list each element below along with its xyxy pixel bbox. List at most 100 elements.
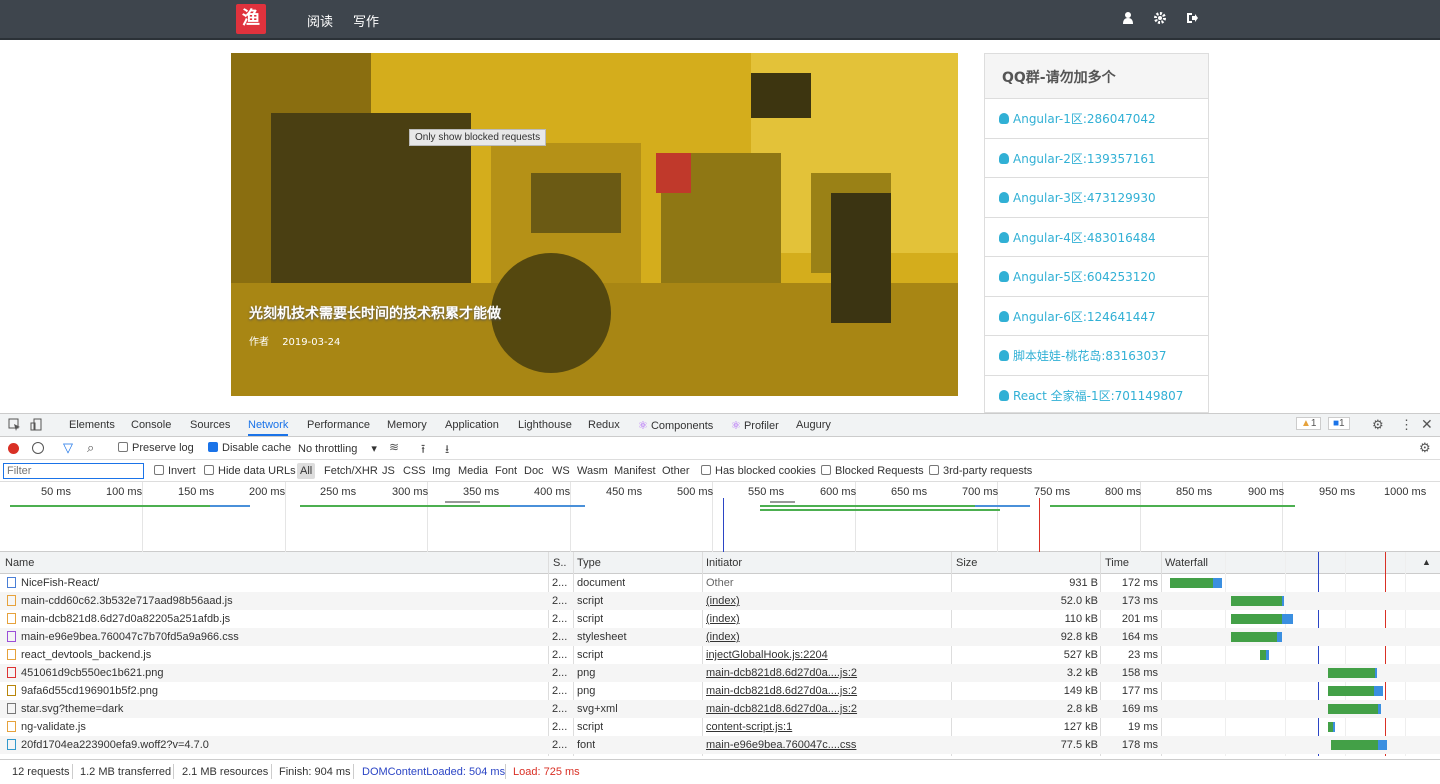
type-filter-img[interactable]: Img xyxy=(432,465,450,477)
table-row[interactable]: star.svg?theme=dark 2... svg+xml main-dcb82… xyxy=(0,700,1440,718)
sort-up-icon[interactable]: ▲ xyxy=(1422,557,1431,567)
column-header-status[interactable]: S.. xyxy=(553,557,566,569)
type-filter-fetch-xhr[interactable]: Fetch/XHR xyxy=(324,465,378,477)
column-header-name[interactable]: Name xyxy=(5,557,34,569)
request-name[interactable]: main-e96e9bea.760047c7b70fd5a9a966.css xyxy=(7,631,545,643)
type-filter-ws[interactable]: WS xyxy=(552,465,570,477)
tab-network[interactable]: Network xyxy=(248,419,289,436)
site-logo[interactable]: 渔 xyxy=(236,4,266,34)
qq-group-item[interactable]: Angular-1区:286047042 xyxy=(985,99,1208,139)
type-filter-manifest[interactable]: Manifest xyxy=(614,465,656,477)
request-name[interactable]: react_devtools_backend.js xyxy=(7,649,545,661)
request-name[interactable]: 9afa6d55cd196901b5f2.png xyxy=(7,685,545,697)
close-devtools-icon[interactable]: ✕ xyxy=(1421,416,1433,433)
type-filter-css[interactable]: CSS xyxy=(403,465,426,477)
clear-icon[interactable] xyxy=(32,442,44,454)
tab-augury[interactable]: Augury xyxy=(796,419,831,431)
blocked-requests-checkbox[interactable]: Blocked Requests xyxy=(821,465,924,477)
qq-group-item[interactable]: Angular-2区:139357161 xyxy=(985,139,1208,178)
inspect-element-icon[interactable] xyxy=(8,418,21,434)
third-party-requests-checkbox[interactable]: 3rd-party requests xyxy=(929,465,1032,477)
type-filter-all[interactable]: All xyxy=(297,463,316,479)
type-filter-doc[interactable]: Doc xyxy=(524,465,544,477)
table-row[interactable]: main-e96e9bea.760047c7b70fd5a9a966.css 2.… xyxy=(0,628,1440,646)
export-har-icon[interactable]: ⭳ xyxy=(445,440,449,461)
request-name[interactable]: NiceFish-React/ xyxy=(7,577,545,589)
request-name[interactable]: star.svg?theme=dark xyxy=(7,703,545,715)
nav-link-write[interactable]: 写作 xyxy=(353,11,379,30)
hero-title[interactable]: 光刻机技术需要长时间的技术积累才能做 xyxy=(249,303,501,323)
sign-out-icon[interactable] xyxy=(1186,12,1198,27)
tab-application[interactable]: Application xyxy=(445,419,499,431)
column-header-waterfall[interactable]: Waterfall xyxy=(1165,557,1208,569)
warnings-badge[interactable]: ▲1 xyxy=(1296,417,1322,430)
request-name[interactable]: 451061d9cb550ec1b621.png xyxy=(7,667,545,679)
qq-group-item[interactable]: React 全家福-1区:701149807 xyxy=(985,376,1208,413)
tab-redux[interactable]: Redux xyxy=(588,419,620,431)
device-toolbar-icon[interactable] xyxy=(30,418,43,434)
has-blocked-cookies-checkbox[interactable]: Has blocked cookies xyxy=(701,465,816,477)
filter-input[interactable] xyxy=(3,463,144,479)
table-row[interactable]: 451061d9cb550ec1b621.png 2... png main-dcb8… xyxy=(0,664,1440,682)
more-options-icon[interactable]: ⋮ xyxy=(1400,417,1413,433)
qq-group-item[interactable]: Angular-4区:483016484 xyxy=(985,218,1208,257)
user-icon[interactable] xyxy=(1123,12,1133,27)
request-name[interactable]: ng-validate.js xyxy=(7,721,545,733)
request-initiator[interactable]: main-dcb821d8.6d27d0a....js:2 xyxy=(706,703,946,715)
column-header-type[interactable]: Type xyxy=(577,557,601,569)
table-row[interactable]: NiceFish-React/2... document Other 931 B 172… xyxy=(0,574,1440,592)
tab-memory[interactable]: Memory xyxy=(387,419,427,431)
tab-performance[interactable]: Performance xyxy=(307,419,370,431)
invert-checkbox[interactable]: Invert xyxy=(154,465,196,477)
disable-cache-checkbox[interactable]: Disable cache xyxy=(208,442,291,454)
qq-group-item[interactable]: Angular-6区:124641447 xyxy=(985,297,1208,336)
request-initiator[interactable]: (index) xyxy=(706,595,946,607)
request-initiator[interactable]: injectGlobalHook.js:2204 xyxy=(706,649,946,661)
column-header-initiator[interactable]: Initiator xyxy=(706,557,742,569)
type-filter-font[interactable]: Font xyxy=(495,465,517,477)
request-name[interactable]: main-dcb821d8.6d27d0a82205a251afdb.js xyxy=(7,613,545,625)
type-filter-other[interactable]: Other xyxy=(662,465,690,477)
table-row[interactable]: react_devtools_backend.js 2... script injec… xyxy=(0,646,1440,664)
tab-lighthouse[interactable]: Lighthouse xyxy=(518,419,572,431)
hero-carousel[interactable]: Only show blocked requests 光刻机技术需要长时间的技术… xyxy=(231,53,958,396)
type-filter-media[interactable]: Media xyxy=(458,465,488,477)
qq-group-item[interactable]: 脚本娃娃-桃花岛:83163037 xyxy=(985,336,1208,376)
checkbox-icon[interactable] xyxy=(118,442,128,452)
request-initiator[interactable]: (index) xyxy=(706,613,946,625)
column-header-time[interactable]: Time xyxy=(1105,557,1129,569)
filter-icon[interactable]: ▽ xyxy=(63,440,73,456)
network-settings-icon[interactable]: ⚙ xyxy=(1419,440,1431,456)
settings-gear-icon[interactable]: ⚙ xyxy=(1372,417,1384,433)
tab-console[interactable]: Console xyxy=(131,419,171,431)
request-initiator[interactable]: (index) xyxy=(706,631,946,643)
messages-badge[interactable]: ■1 xyxy=(1328,417,1350,430)
request-name[interactable]: main-cdd60c62.3b532e717aad98b56aad.js xyxy=(7,595,545,607)
preserve-log-checkbox[interactable]: Preserve log xyxy=(118,442,194,454)
throttling-select[interactable]: No throttling ▾ xyxy=(298,442,377,455)
timeline-overview[interactable]: 50 ms 100 ms 150 ms 200 ms 250 ms 300 ms… xyxy=(0,482,1440,552)
network-conditions-icon[interactable]: ≋ xyxy=(389,440,399,454)
column-header-size[interactable]: Size xyxy=(956,557,977,569)
tab-components[interactable]: ⚛ Components xyxy=(638,419,713,432)
qq-group-item[interactable]: Angular-3区:473129930 xyxy=(985,178,1208,218)
table-row[interactable]: 9afa6d55cd196901b5f2.png 2... png main-dcb8… xyxy=(0,682,1440,700)
type-filter-js[interactable]: JS xyxy=(382,465,395,477)
type-filter-wasm[interactable]: Wasm xyxy=(577,465,608,477)
nav-link-read[interactable]: 阅读 xyxy=(307,11,333,30)
import-har-icon[interactable]: ⭱ xyxy=(421,440,425,461)
qq-group-item[interactable]: Angular-5区:604253120 xyxy=(985,257,1208,297)
request-initiator[interactable]: main-dcb821d8.6d27d0a....js:2 xyxy=(706,685,946,697)
table-row[interactable]: main-dcb821d8.6d27d0a82205a251afdb.js 2..… xyxy=(0,610,1440,628)
request-initiator[interactable]: main-e96e9bea.760047c....css xyxy=(706,739,946,751)
tab-sources[interactable]: Sources xyxy=(190,419,230,431)
tab-profiler[interactable]: ⚛ Profiler xyxy=(731,419,779,432)
tab-elements[interactable]: Elements xyxy=(69,419,115,431)
record-icon[interactable] xyxy=(8,443,19,454)
checkbox-checked-icon[interactable] xyxy=(208,442,218,452)
request-initiator[interactable]: main-dcb821d8.6d27d0a....js:2 xyxy=(706,667,946,679)
hide-data-urls-checkbox[interactable]: Hide data URLs xyxy=(204,465,296,477)
search-icon[interactable]: ⌕ xyxy=(87,440,94,456)
table-row[interactable]: main-cdd60c62.3b532e717aad98b56aad.js 2..… xyxy=(0,592,1440,610)
table-row[interactable]: ng-validate.js 2... script content-script.j… xyxy=(0,718,1440,736)
